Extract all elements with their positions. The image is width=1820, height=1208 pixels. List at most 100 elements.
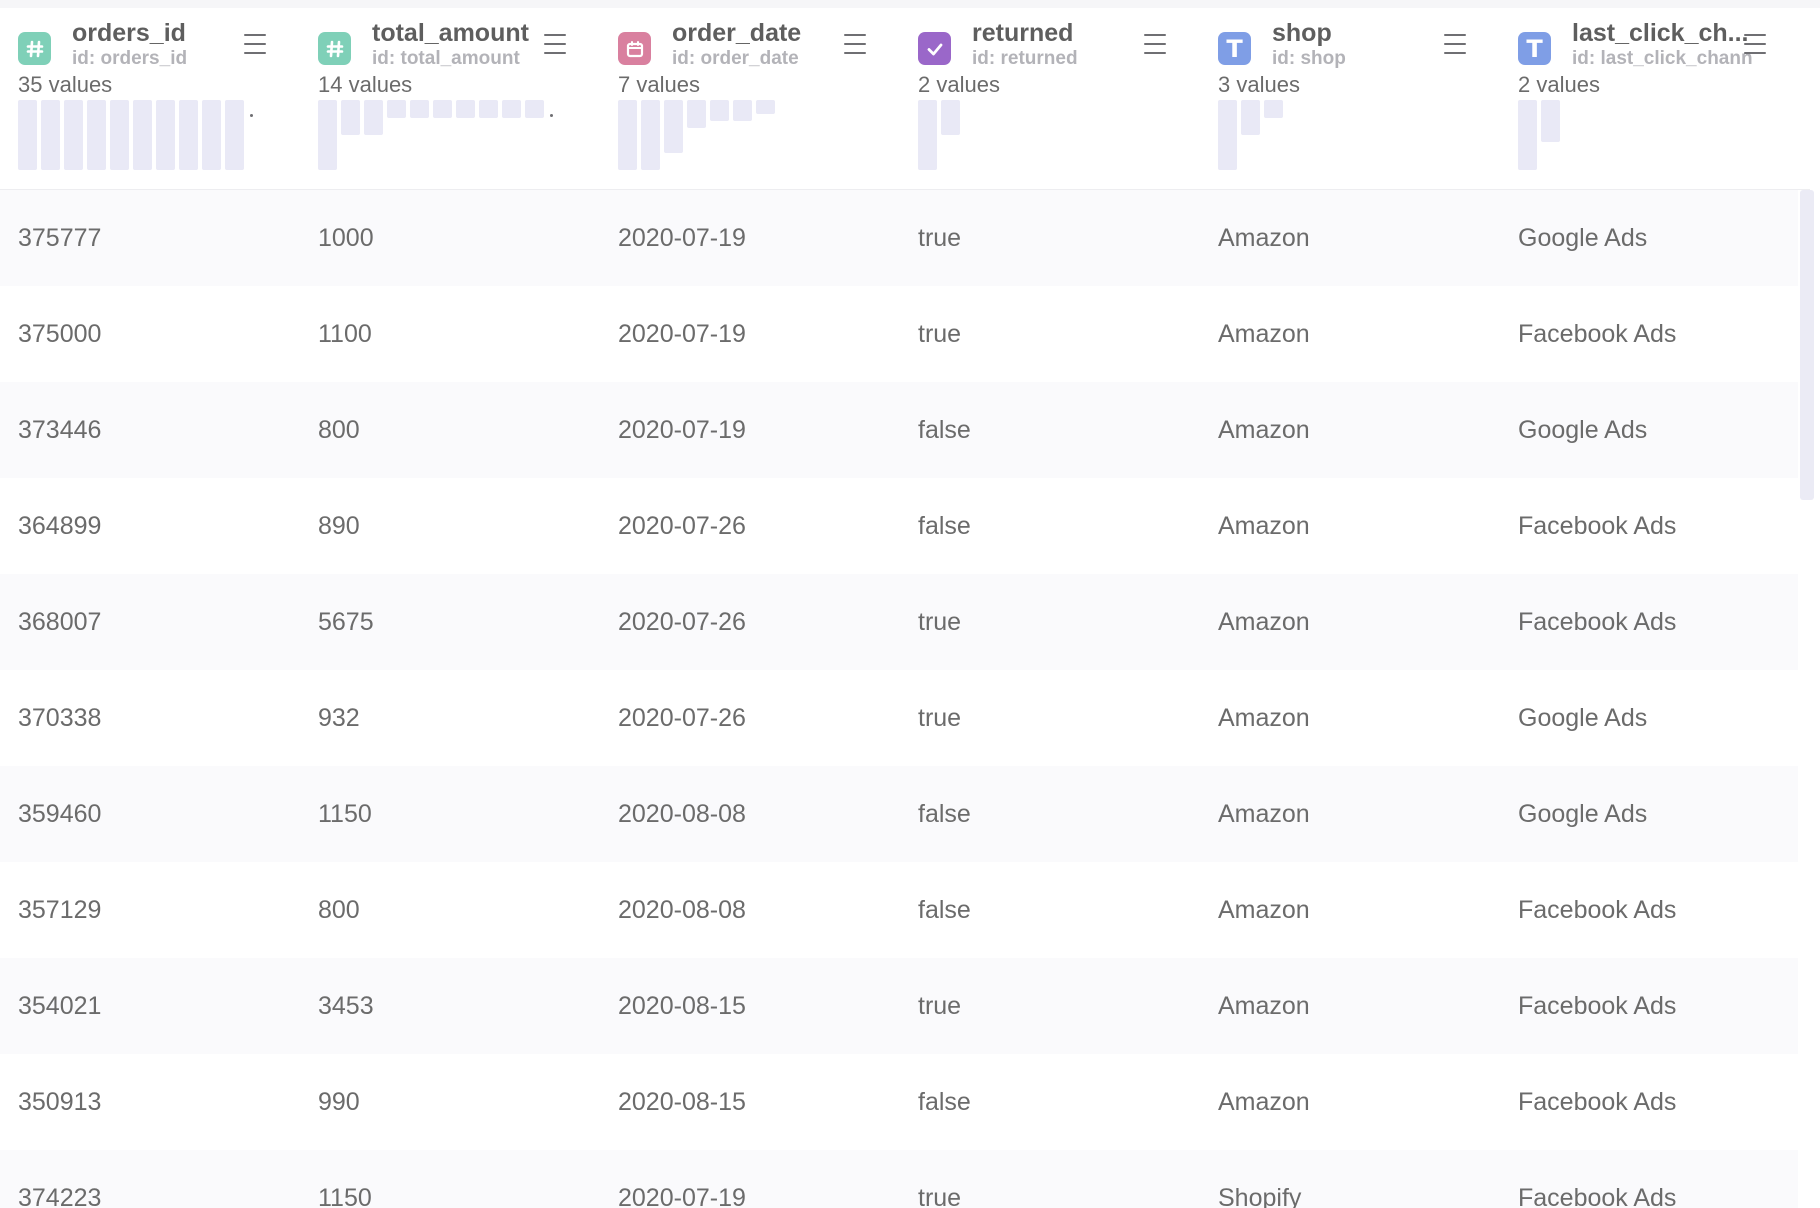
cell-shop[interactable]: Amazon: [1218, 766, 1310, 862]
cell-last_click_channel[interactable]: Facebook Ads: [1518, 478, 1676, 574]
histogram-bar[interactable]: [687, 100, 706, 128]
cell-orders_id[interactable]: 350913: [18, 1054, 101, 1150]
cell-orders_id[interactable]: 364899: [18, 478, 101, 574]
histogram-bar[interactable]: [179, 100, 198, 170]
column-histogram[interactable]: [1518, 100, 1758, 180]
cell-returned[interactable]: true: [918, 958, 961, 1054]
cell-total_amount[interactable]: 800: [318, 862, 360, 958]
histogram-bar[interactable]: [318, 100, 337, 170]
column-header-last_click_channel[interactable]: Tlast_click_ch... id: last_click_chann 2 v…: [1500, 8, 1800, 190]
cell-orders_id[interactable]: 354021: [18, 958, 101, 1054]
histogram-bar[interactable]: [710, 100, 729, 121]
cell-order_date[interactable]: 2020-07-19: [618, 1150, 746, 1208]
column-menu-icon[interactable]: [1740, 30, 1770, 58]
cell-last_click_channel[interactable]: Google Ads: [1518, 382, 1647, 478]
column-histogram[interactable]: [918, 100, 1158, 180]
histogram-bar[interactable]: [64, 100, 83, 170]
cell-order_date[interactable]: 2020-08-08: [618, 766, 746, 862]
cell-orders_id[interactable]: 375777: [18, 190, 101, 286]
column-header-shop[interactable]: Tshop id: shop 3 values: [1200, 8, 1500, 190]
cell-total_amount[interactable]: 1000: [318, 190, 374, 286]
column-header-returned[interactable]: returned id: returned 2 values: [900, 8, 1200, 190]
table-row[interactable]: 350913 990 2020-08-15 false Amazon Facebook A…: [0, 1054, 1798, 1150]
histogram-bar[interactable]: [502, 100, 521, 118]
histogram-bar[interactable]: [341, 100, 360, 135]
column-histogram[interactable]: [318, 100, 558, 180]
histogram-bar[interactable]: [133, 100, 152, 170]
cell-orders_id[interactable]: 375000: [18, 286, 101, 382]
column-menu-icon[interactable]: [1140, 30, 1170, 58]
cell-returned[interactable]: true: [918, 1150, 961, 1208]
cell-returned[interactable]: false: [918, 478, 971, 574]
cell-last_click_channel[interactable]: Facebook Ads: [1518, 1150, 1676, 1208]
cell-returned[interactable]: true: [918, 574, 961, 670]
histogram-bar[interactable]: [1264, 100, 1283, 118]
cell-total_amount[interactable]: 1100: [318, 286, 372, 382]
cell-shop[interactable]: Amazon: [1218, 1054, 1310, 1150]
cell-returned[interactable]: false: [918, 766, 971, 862]
cell-last_click_channel[interactable]: Facebook Ads: [1518, 862, 1676, 958]
table-row[interactable]: 374223 1150 2020-07-19 true Shopify Facebook …: [0, 1150, 1798, 1208]
histogram-bar[interactable]: [225, 100, 244, 170]
histogram-bar[interactable]: [918, 100, 937, 170]
cell-total_amount[interactable]: 5675: [318, 574, 374, 670]
histogram-bar[interactable]: [364, 100, 383, 135]
cell-orders_id[interactable]: 368007: [18, 574, 101, 670]
histogram-bar[interactable]: [202, 100, 221, 170]
cell-last_click_channel[interactable]: Google Ads: [1518, 670, 1647, 766]
histogram-bar[interactable]: [733, 100, 752, 121]
table-row[interactable]: 370338 932 2020-07-26 true Amazon Google Ads: [0, 670, 1798, 766]
cell-total_amount[interactable]: 932: [318, 670, 360, 766]
cell-order_date[interactable]: 2020-08-15: [618, 958, 746, 1054]
cell-orders_id[interactable]: 357129: [18, 862, 101, 958]
cell-order_date[interactable]: 2020-07-19: [618, 382, 746, 478]
cell-last_click_channel[interactable]: Google Ads: [1518, 190, 1647, 286]
table-row[interactable]: 375777 1000 2020-07-19 true Amazon Google Ads: [0, 190, 1798, 286]
histogram-bar[interactable]: [618, 100, 637, 170]
histogram-bar[interactable]: [1218, 100, 1237, 170]
cell-returned[interactable]: true: [918, 190, 961, 286]
table-row[interactable]: 354021 3453 2020-08-15 true Amazon Facebook A…: [0, 958, 1798, 1054]
histogram-bar[interactable]: [756, 100, 775, 114]
histogram-bar[interactable]: [156, 100, 175, 170]
cell-order_date[interactable]: 2020-07-26: [618, 478, 746, 574]
column-header-orders_id[interactable]: orders_id id: orders_id 35 values: [0, 8, 300, 190]
histogram-bar[interactable]: [87, 100, 106, 170]
cell-order_date[interactable]: 2020-07-19: [618, 190, 746, 286]
cell-order_date[interactable]: 2020-07-26: [618, 574, 746, 670]
cell-total_amount[interactable]: 800: [318, 382, 360, 478]
cell-shop[interactable]: Amazon: [1218, 382, 1310, 478]
cell-returned[interactable]: false: [918, 382, 971, 478]
cell-total_amount[interactable]: 1150: [318, 1150, 372, 1208]
histogram-bar[interactable]: [1518, 100, 1537, 170]
table-row[interactable]: 368007 5675 2020-07-26 true Amazon Facebook A…: [0, 574, 1798, 670]
cell-orders_id[interactable]: 370338: [18, 670, 101, 766]
histogram-bar[interactable]: [433, 100, 452, 118]
cell-returned[interactable]: false: [918, 1054, 971, 1150]
cell-shop[interactable]: Amazon: [1218, 190, 1310, 286]
histogram-bar[interactable]: [387, 100, 406, 118]
cell-total_amount[interactable]: 1150: [318, 766, 372, 862]
table-row[interactable]: 373446 800 2020-07-19 false Amazon Google Ads: [0, 382, 1798, 478]
cell-returned[interactable]: true: [918, 286, 961, 382]
histogram-bar[interactable]: [410, 100, 429, 118]
histogram-bar[interactable]: [941, 100, 960, 135]
cell-orders_id[interactable]: 374223: [18, 1150, 101, 1208]
cell-shop[interactable]: Amazon: [1218, 670, 1310, 766]
cell-shop[interactable]: Amazon: [1218, 862, 1310, 958]
column-header-total_amount[interactable]: total_amount id: total_amount 14 values: [300, 8, 600, 190]
cell-order_date[interactable]: 2020-07-19: [618, 286, 746, 382]
cell-shop[interactable]: Amazon: [1218, 286, 1310, 382]
cell-orders_id[interactable]: 373446: [18, 382, 101, 478]
cell-returned[interactable]: false: [918, 862, 971, 958]
histogram-bar[interactable]: [1241, 100, 1260, 135]
column-histogram[interactable]: [18, 100, 258, 180]
column-header-order_date[interactable]: order_date id: order_date 7 values: [600, 8, 900, 190]
table-row[interactable]: 357129 800 2020-08-08 false Amazon Facebook A…: [0, 862, 1798, 958]
table-row[interactable]: 364899 890 2020-07-26 false Amazon Facebook A…: [0, 478, 1798, 574]
cell-total_amount[interactable]: 890: [318, 478, 360, 574]
cell-shop[interactable]: Amazon: [1218, 958, 1310, 1054]
column-menu-icon[interactable]: [1440, 30, 1470, 58]
histogram-bar[interactable]: [110, 100, 129, 170]
cell-orders_id[interactable]: 359460: [18, 766, 101, 862]
